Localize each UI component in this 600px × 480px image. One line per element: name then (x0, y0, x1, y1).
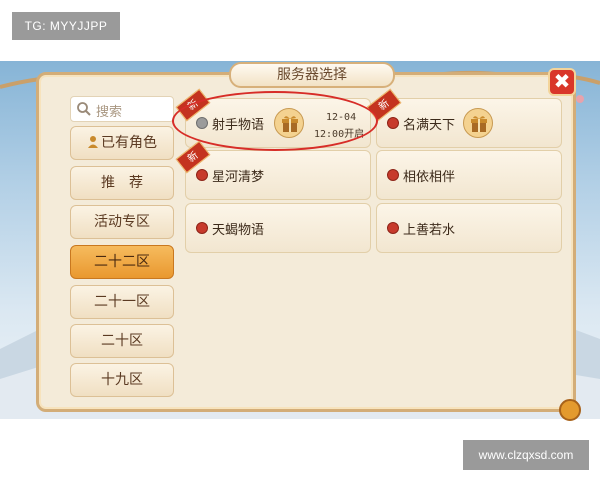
dialog-title: 服务器选择 (229, 62, 395, 88)
tab-zone-19[interactable]: 十九区 (70, 363, 174, 397)
tab-label: 已有角色 (101, 135, 157, 151)
server-item[interactable]: 星河清梦 (185, 150, 371, 200)
highlight-circle (172, 91, 378, 151)
server-item[interactable]: 天蝎物语 (185, 203, 371, 253)
search-input[interactable]: 搜索 (70, 96, 174, 122)
status-dot (387, 169, 399, 181)
watermark-bottom-right: www.clzqxsd.com (463, 440, 589, 470)
tab-zone-22[interactable]: 二十二区 (70, 245, 174, 279)
watermark-top-left: TG: MYYJJPP (12, 12, 120, 40)
close-button[interactable]: ✖ (548, 68, 576, 96)
status-dot (387, 117, 399, 129)
status-dot (387, 222, 399, 234)
tab-label: 二十二区 (94, 254, 150, 270)
server-name: 星河清梦 (212, 170, 265, 185)
tab-label: 十九区 (101, 372, 143, 388)
gift-button[interactable] (463, 108, 493, 138)
search-icon (77, 102, 91, 116)
tab-label: 二十区 (101, 333, 143, 349)
server-name: 上善若水 (403, 223, 456, 238)
tab-zone-20[interactable]: 二十区 (70, 324, 174, 358)
status-dot (196, 222, 208, 234)
person-icon (88, 136, 98, 148)
status-dot (196, 169, 208, 181)
tab-label: 二十一区 (94, 294, 150, 310)
gift-icon (471, 116, 487, 132)
tab-label: 推 荐 (101, 175, 143, 191)
tab-my-characters[interactable]: 已有角色 (70, 126, 174, 160)
server-item[interactable]: 名满天下 (376, 98, 562, 148)
lantern-icon (559, 399, 581, 421)
tab-recommended[interactable]: 推 荐 (70, 166, 174, 200)
server-name: 相依相伴 (403, 170, 456, 185)
tab-label: 活动专区 (94, 214, 150, 230)
server-item[interactable]: 相依相伴 (376, 150, 562, 200)
tab-zone-21[interactable]: 二十一区 (70, 285, 174, 319)
server-name: 名满天下 (403, 118, 456, 133)
search-placeholder: 搜索 (96, 105, 123, 120)
server-item[interactable]: 上善若水 (376, 203, 562, 253)
server-name: 天蝎物语 (212, 223, 265, 238)
tab-events[interactable]: 活动专区 (70, 205, 174, 239)
